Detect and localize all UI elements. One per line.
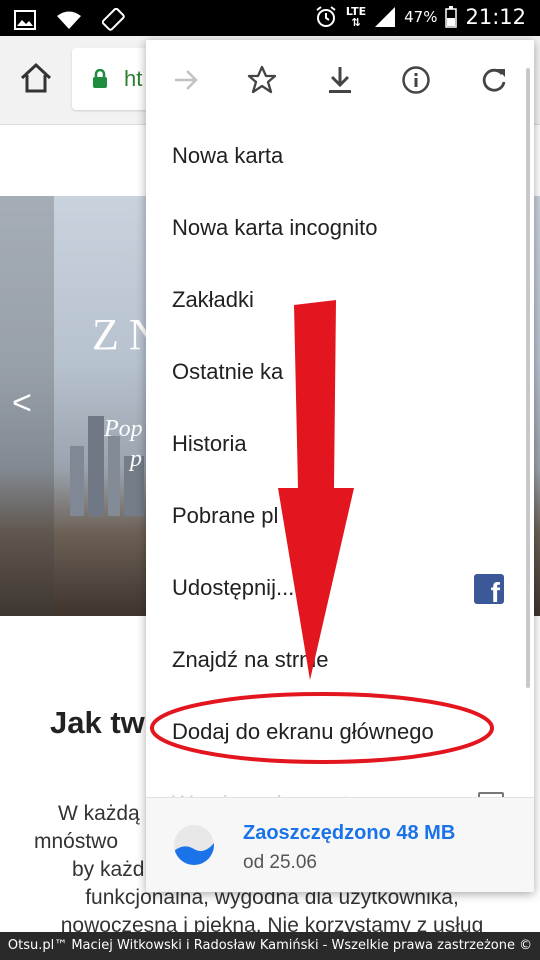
menu-item-history[interactable]: Historia [146,408,534,480]
data-saver-title: Zaoszczędzono 48 MB [243,822,456,844]
menu-item-add-to-home-screen[interactable]: Dodaj do ekranu głównego [146,696,534,768]
slider-prev-arrow[interactable]: < [12,384,32,423]
data-saver-subtitle: od 25.06 [243,852,317,873]
refresh-icon[interactable] [476,62,512,98]
download-icon[interactable] [322,62,358,98]
info-icon[interactable] [398,62,434,98]
menu-item-downloads[interactable]: Pobrane pl [146,480,534,552]
share-label: Udostępnij... [172,575,295,600]
menu-item-find-in-page[interactable]: Znajdź na strnie [146,624,534,696]
screen-rotation-icon [102,8,125,31]
hero-subtitle: Pop p [104,416,143,472]
menu-item-bookmarks[interactable]: Zakładki [146,264,534,336]
menu-item-share[interactable]: Udostępnij... f [146,552,534,624]
home-icon[interactable] [18,60,54,96]
battery-icon [445,6,458,28]
footer-copyright: Otsu.pl™ Maciej Witkowski i Radosław Kam… [0,932,540,960]
menu-item-incognito[interactable]: Nowa karta incognito [146,192,534,264]
lte-indicator: LTE ⇅ [345,5,367,29]
data-saver-panel[interactable]: Zaoszczędzono 48 MB od 25.06 [146,797,534,892]
facebook-icon: f [474,574,504,608]
forward-icon[interactable] [168,62,204,98]
wifi-icon [57,11,81,29]
lock-icon [93,69,107,88]
battery-percent: 47% [404,8,438,26]
menu-scrollbar[interactable] [526,68,530,688]
status-bar: LTE ⇅ 47% 21:12 [0,0,540,36]
page-heading: Jak tw [50,705,145,740]
signal-icon [375,7,396,27]
star-icon[interactable] [244,62,280,98]
menu-item-new-tab[interactable]: Nowa karta [146,120,534,192]
menu-item-recent-tabs[interactable]: Ostatnie ka [146,336,534,408]
image-icon [14,10,36,30]
url-text: ht [124,66,143,91]
data-saver-icon [174,825,214,865]
clock: 21:12 [465,5,526,29]
overflow-menu: Nowa karta Nowa karta incognito Zakładki… [146,40,534,892]
menu-icon-row [146,40,534,120]
alarm-icon [316,6,336,27]
